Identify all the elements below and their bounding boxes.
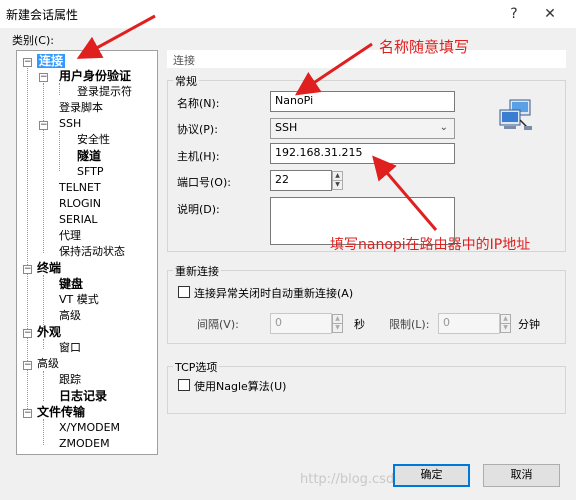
- limit-label: 限制(L):: [389, 318, 430, 331]
- tree-item-terminal[interactable]: 终端: [37, 261, 61, 275]
- chevron-down-icon: ⌄: [439, 122, 448, 133]
- interval-label: 间隔(V):: [197, 318, 239, 331]
- help-button[interactable]: ?: [504, 4, 524, 24]
- limit-unit: 分钟: [518, 318, 540, 331]
- tree-item-keep-alive[interactable]: 保持活动状态: [59, 245, 125, 259]
- tree-item-keyboard[interactable]: 键盘: [59, 277, 83, 291]
- category-label: 类别(C):: [12, 34, 54, 47]
- limit-down-button[interactable]: ▼: [500, 323, 511, 333]
- tree-item-window[interactable]: 窗口: [59, 341, 81, 355]
- host-field[interactable]: 192.168.31.215: [270, 143, 455, 164]
- name-field[interactable]: NanoPi: [270, 91, 455, 112]
- title-bar: 新建会话属性 ? ✕: [0, 0, 576, 28]
- protocol-label: 协议(P):: [177, 123, 218, 136]
- tree-item-advanced[interactable]: 高级: [37, 357, 59, 371]
- reconnect-group-title: 重新连接: [173, 263, 221, 279]
- auto-reconnect-checkbox[interactable]: [178, 286, 190, 298]
- tree-item-appearance[interactable]: 外观: [37, 325, 61, 339]
- network-computers-icon: [499, 99, 532, 130]
- tree-item-trace[interactable]: 跟踪: [59, 373, 81, 387]
- general-group-title: 常规: [173, 73, 199, 89]
- interval-unit: 秒: [354, 318, 365, 331]
- category-tree[interactable]: − 连接 − 用户身份验证 登录提示符 登录脚本 − SSH 安全性 隧道 SF…: [16, 50, 158, 455]
- tree-item-security[interactable]: 安全性: [77, 133, 110, 147]
- tree-item-logging[interactable]: 日志记录: [59, 389, 107, 403]
- panel-header: 连接: [167, 50, 566, 68]
- auto-reconnect-label: 连接异常关闭时自动重新连接(A): [194, 287, 354, 300]
- panel-title: 连接: [173, 54, 195, 67]
- interval-down-button[interactable]: ▼: [332, 323, 343, 333]
- port-down-button[interactable]: ▼: [332, 180, 343, 190]
- tree-item-zmodem[interactable]: ZMODEM: [59, 437, 110, 451]
- tree-item-serial[interactable]: SERIAL: [59, 213, 97, 227]
- tree-item-telnet[interactable]: TELNET: [59, 181, 101, 195]
- tree-item-user-auth[interactable]: 用户身份验证: [59, 69, 131, 83]
- description-label: 说明(D):: [177, 203, 220, 216]
- tree-item-tunneling[interactable]: 隧道: [77, 149, 101, 163]
- nagle-checkbox[interactable]: [178, 379, 190, 391]
- host-label: 主机(H):: [177, 150, 220, 163]
- tree-item-ssh[interactable]: SSH: [59, 117, 81, 131]
- name-label: 名称(N):: [177, 97, 220, 110]
- tree-item-sftp[interactable]: SFTP: [77, 165, 103, 179]
- tree-item-rlogin[interactable]: RLOGIN: [59, 197, 101, 211]
- tree-item-vt-mode[interactable]: VT 模式: [59, 293, 99, 307]
- port-label: 端口号(O):: [177, 176, 231, 189]
- protocol-value: SSH: [275, 121, 298, 134]
- ok-button[interactable]: 确定: [393, 464, 470, 487]
- name-hint-annotation: 名称随意填写: [379, 38, 470, 56]
- window-title: 新建会话属性: [6, 8, 79, 22]
- tree-item-connection[interactable]: 连接: [37, 54, 66, 68]
- tree-item-login-prompts[interactable]: 登录提示符: [77, 85, 132, 99]
- tree-item-login-script[interactable]: 登录脚本: [59, 101, 103, 115]
- limit-field[interactable]: 0: [438, 313, 500, 334]
- tree-item-proxy[interactable]: 代理: [59, 229, 81, 243]
- ip-hint-annotation: 填写nanopi在路由器中的IP地址: [330, 237, 531, 253]
- port-field[interactable]: 22: [270, 170, 332, 191]
- tcp-group-title: TCP选项: [173, 359, 220, 375]
- interval-field[interactable]: 0: [270, 313, 332, 334]
- tree-item-terminal-advanced[interactable]: 高级: [59, 309, 81, 323]
- cancel-button[interactable]: 取消: [483, 464, 560, 487]
- nagle-label: 使用Nagle算法(U): [194, 380, 287, 393]
- close-button[interactable]: ✕: [540, 4, 560, 24]
- tree-item-file-transfer[interactable]: 文件传输: [37, 405, 85, 419]
- tree-item-xymodem[interactable]: X/YMODEM: [59, 421, 120, 435]
- protocol-select[interactable]: SSH ⌄: [270, 118, 455, 139]
